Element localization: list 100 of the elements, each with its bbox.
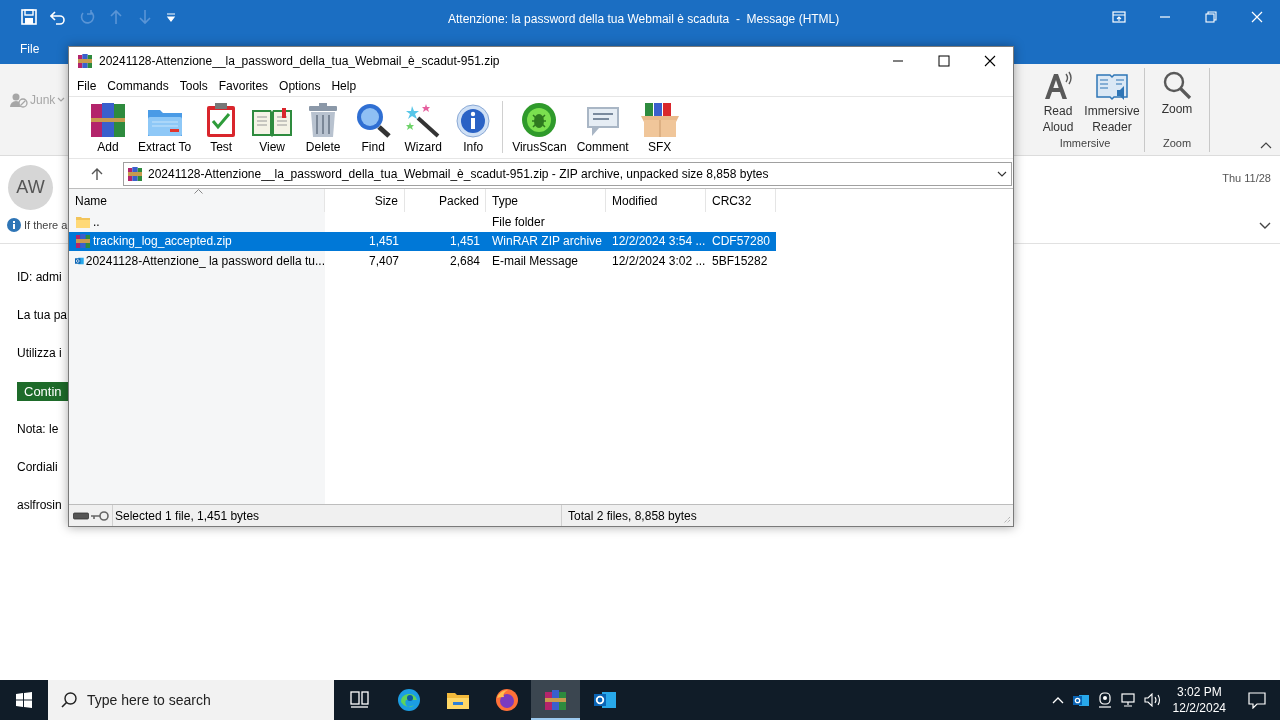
books-icon	[543, 689, 568, 711]
clock[interactable]: 3:02 PM 12/2/2024	[1164, 684, 1234, 716]
toolbar-button[interactable]: Comment	[571, 100, 634, 156]
undo-icon[interactable]	[50, 9, 66, 25]
continue-link[interactable]: Contin	[17, 382, 68, 401]
task-view-icon	[349, 691, 370, 709]
caret-icon	[997, 170, 1007, 177]
windows-start-icon[interactable]	[16, 692, 32, 708]
chevron-up-icon[interactable]	[1051, 696, 1064, 704]
table-cell-text: 1,451	[449, 233, 480, 251]
taskbar-search-field[interactable]: Type here to search	[48, 680, 334, 720]
notification-icon[interactable]	[1248, 691, 1266, 709]
toolbar-button[interactable]: VirusScan	[507, 100, 572, 156]
file-name: ..	[93, 213, 100, 231]
column-header[interactable]: Type	[486, 189, 606, 212]
table-cell-text: 12/2/2024 3:02 ...	[612, 252, 706, 270]
toolbar-button[interactable]: Test	[196, 100, 247, 156]
camera-icon[interactable]	[1097, 692, 1112, 708]
message-text: ID: admi	[17, 269, 62, 286]
search-input[interactable]: Type here to search	[87, 680, 327, 720]
table-cell-text: 2,684	[449, 252, 480, 270]
toolbar-button[interactable]: SFX	[633, 100, 686, 156]
key-icon	[91, 510, 109, 521]
customize-caret-icon[interactable]	[166, 11, 176, 23]
collapse-ribbon-icon[interactable]	[1260, 141, 1272, 149]
caret-icon	[57, 97, 66, 103]
menu-item[interactable]: Options	[274, 76, 326, 95]
outlook-icon	[592, 689, 617, 711]
books-icon	[127, 165, 143, 182]
table-cell-text: 7,407	[368, 252, 399, 270]
chevron-down-icon[interactable]	[1259, 222, 1271, 230]
books-icon	[77, 53, 93, 69]
toolbar-button[interactable]: Add	[83, 100, 133, 156]
close-icon[interactable]	[984, 55, 996, 67]
column-header[interactable]: Name	[69, 189, 325, 212]
file-row[interactable]: 20241128-Attenzione_ la password della tu... 7,407 2,684 E-mail Message 12/2/2024 3:02 ... 5BF15282	[69, 251, 776, 271]
toolbar-button[interactable]: Find	[348, 100, 399, 156]
box-icon	[638, 102, 681, 138]
menu-item[interactable]: File	[72, 76, 102, 95]
ribbon-button[interactable]: Zoom	[1151, 68, 1203, 117]
column-header[interactable]: Packed	[405, 189, 486, 212]
status-text: Total 2 files, 8,858 bytes	[561, 505, 697, 526]
ribbon-display-icon[interactable]	[1112, 11, 1126, 23]
outlook-icon[interactable]	[1072, 692, 1089, 708]
window-title: Attenzione: la password della tua Webmail è scaduta - Message (HTML)	[448, 11, 840, 28]
bug-icon	[521, 102, 558, 138]
letter-a-sound-icon	[1042, 70, 1074, 102]
ribbon-button[interactable]: Immersive Reader	[1086, 68, 1138, 135]
taskbar-app-button[interactable]	[531, 680, 580, 720]
menu-item[interactable]: Commands	[102, 76, 174, 95]
up-arrow-icon[interactable]	[91, 167, 103, 180]
table-cell-text: 5BF15282	[712, 252, 768, 270]
column-header[interactable]: CRC32	[706, 189, 776, 212]
avatar: AW	[8, 165, 53, 210]
window-title: 20241128-Attenzione__la_password_della_tua_Webmail_è_scadut-951.zip	[99, 53, 500, 70]
group-label: Immersive	[1059, 136, 1111, 151]
toolbar-button[interactable]: Wizard	[398, 100, 449, 156]
save-icon[interactable]	[21, 9, 37, 25]
column-header[interactable]: Modified	[606, 189, 706, 212]
firefox-icon	[494, 688, 519, 712]
info-text: If there a	[24, 218, 68, 233]
table-cell-text: WinRAR ZIP archive	[492, 233, 602, 251]
message-text: Nota: le	[17, 421, 59, 438]
search-icon	[1162, 70, 1192, 100]
path-dropdown[interactable]: 20241128-Attenzione__la_password_della_tua_Webmail_è_scadut-951.zip - ZIP archive, unpacked size 8,858 bytes	[123, 161, 1012, 186]
message-date: Thu 11/28	[1222, 171, 1271, 186]
maximize-icon[interactable]	[938, 55, 950, 67]
folder-icon	[75, 214, 91, 229]
table-cell-text: E-mail Message	[492, 252, 579, 270]
status-text: Selected 1 file, 1,451 bytes	[114, 507, 261, 525]
book-icon	[251, 106, 294, 138]
speaker-icon[interactable]	[1143, 693, 1162, 707]
toolbar-button[interactable]: Info	[448, 100, 499, 156]
column-header[interactable]: Size	[325, 189, 405, 212]
toolbar-button[interactable]: View	[246, 100, 299, 156]
menu-item[interactable]: Help	[326, 76, 362, 95]
toolbar-button[interactable]: Delete	[298, 100, 349, 156]
message-text: Utilizza i	[17, 345, 62, 362]
toolbar-button[interactable]: Extract To	[133, 100, 197, 156]
file-row[interactable]: tracking_log_accepted.zip 1,451 1,451 WinRAR ZIP archive 12/2/2024 3:54 ... CDF57280	[69, 231, 776, 251]
search-icon	[61, 692, 77, 708]
network-icon[interactable]	[1120, 693, 1137, 707]
books-icon	[75, 233, 91, 250]
speech-bubble-icon	[584, 104, 621, 138]
ribbon-button[interactable]: Read Aloud	[1032, 68, 1084, 135]
menu-item[interactable]: Favorites	[213, 76, 274, 95]
message-text: aslfrosin	[17, 497, 62, 514]
table-cell-text: CDF57280	[712, 233, 771, 251]
restore-icon[interactable]	[1205, 11, 1217, 23]
menu-item[interactable]: Tools	[174, 76, 213, 95]
books-icon	[90, 102, 126, 138]
file-row[interactable]: .. File folder	[69, 212, 776, 232]
group-label: Zoom	[1162, 135, 1192, 151]
ribbon-tab[interactable]: File	[12, 36, 48, 62]
table-cell-text: 12/2/2024 3:54 ...	[612, 233, 706, 251]
clipboard-check-icon	[205, 102, 238, 138]
file-name: tracking_log_accepted.zip	[93, 233, 232, 251]
trash-can-icon	[307, 102, 340, 138]
table-cell-text: 1,451	[368, 233, 399, 251]
drive-icon	[73, 511, 89, 520]
